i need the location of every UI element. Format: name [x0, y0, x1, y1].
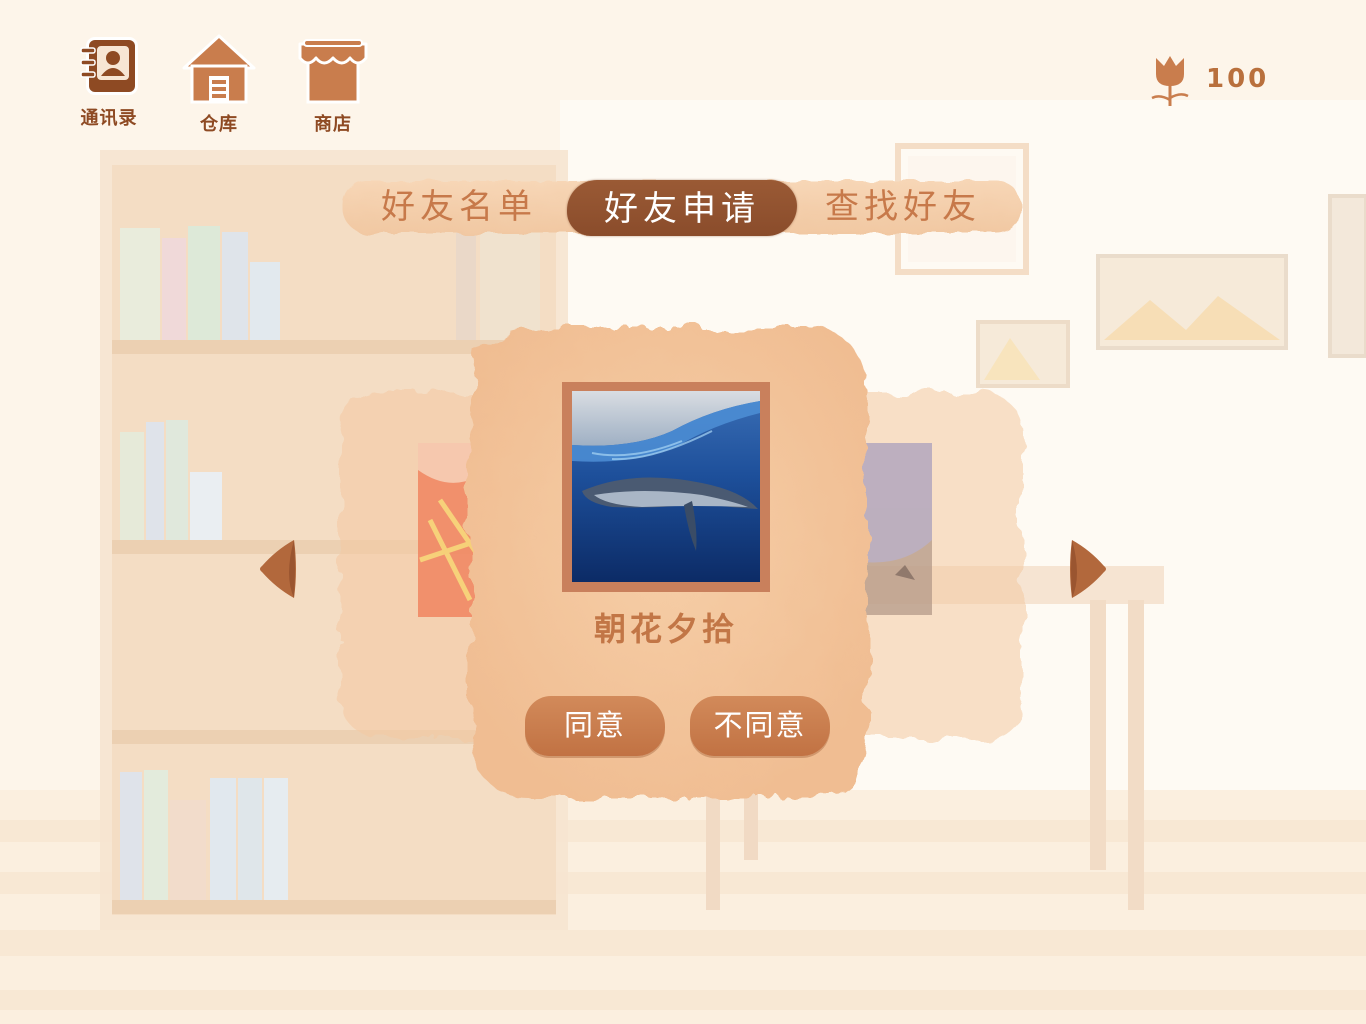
nav-label-warehouse: 仓库	[200, 114, 238, 135]
decline-button[interactable]: 不同意	[690, 696, 830, 756]
contacts-book-icon	[80, 37, 138, 95]
chevron-right-icon[interactable]	[1066, 536, 1110, 602]
currency-value: 100	[1206, 64, 1270, 94]
nav-shop[interactable]: 商店	[288, 34, 378, 136]
flower-icon	[1151, 56, 1189, 106]
tab-friend-requests[interactable]: 好友申请	[567, 180, 797, 236]
nav-contacts[interactable]: 通讯录	[64, 34, 154, 130]
nav-label-shop: 商店	[314, 114, 352, 135]
accept-button[interactable]: 同意	[525, 696, 665, 756]
tab-friend-list[interactable]: 好友名单	[349, 178, 569, 236]
nav-label-contacts: 通讯录	[80, 108, 138, 129]
avatar	[562, 382, 770, 592]
friend-tabs: 好友名单 好友申请 查找好友	[341, 178, 1023, 236]
tab-find-friends[interactable]: 查找好友	[793, 178, 1013, 236]
friend-name: 朝花夕拾	[593, 610, 738, 648]
chevron-left-icon[interactable]	[256, 536, 300, 602]
whale-photo	[572, 391, 760, 582]
nav-warehouse[interactable]: 仓库	[174, 34, 264, 136]
warehouse-house-icon	[182, 34, 256, 104]
shop-awning-icon	[298, 39, 368, 104]
